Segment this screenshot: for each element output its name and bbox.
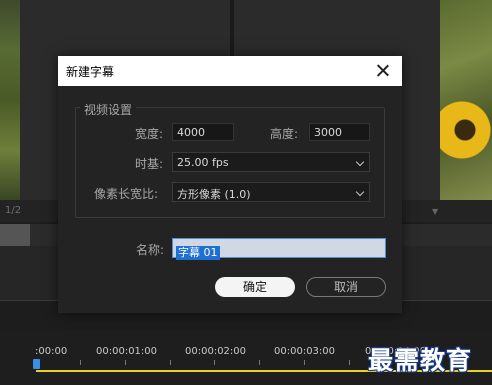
timebase-value: 25.00 fps — [177, 156, 229, 169]
ruler-tick — [304, 360, 305, 365]
ruler-tick — [214, 360, 215, 365]
ruler-tick — [80, 360, 81, 365]
timecode-label: 00:00:03:00 — [274, 346, 336, 357]
video-settings-legend: 视频设置 — [80, 101, 137, 118]
mini-timeline-handle[interactable] — [0, 224, 30, 246]
height-label: 高度: — [270, 127, 299, 141]
timebase-label: 时基: — [135, 157, 164, 171]
pixel-aspect-label: 像素长宽比: — [94, 187, 159, 201]
name-label: 名称: — [136, 243, 165, 257]
ruler-tick — [170, 360, 171, 365]
chevron-down-icon — [355, 187, 365, 197]
chevron-down-icon — [355, 157, 365, 167]
new-caption-dialog: 新建字幕 视频设置 宽度: 4000 高度: 3000 时基: 25.00 fp… — [58, 56, 402, 313]
ok-button[interactable]: 确定 — [215, 277, 295, 297]
watermark-logo: 最需教育 — [368, 346, 473, 375]
width-label: 宽度: — [135, 127, 164, 141]
cancel-button[interactable]: 取消 — [306, 277, 386, 297]
source-frame-preview — [0, 0, 20, 200]
pixel-aspect-value: 方形像素 (1.0) — [177, 188, 251, 201]
timecode-label: 00:00:02:00 — [185, 346, 247, 357]
height-input[interactable]: 3000 — [309, 123, 370, 141]
timebase-select[interactable]: 25.00 fps — [172, 152, 370, 172]
ruler-tick — [125, 360, 126, 365]
timecode-label: :00:00 — [35, 346, 68, 357]
resolution-fraction[interactable]: 1/2 — [5, 205, 21, 216]
dialog-title-bar[interactable]: 新建字幕 — [58, 56, 402, 86]
playhead-handle[interactable] — [33, 359, 40, 369]
pixel-aspect-select[interactable]: 方形像素 (1.0) — [172, 182, 370, 202]
chevron-down-icon[interactable]: ▼ — [432, 207, 438, 216]
name-input-selected-text: 字幕 01 — [176, 246, 220, 260]
name-input[interactable]: 字幕 01 — [172, 238, 386, 260]
width-input[interactable]: 4000 — [172, 123, 234, 141]
premiere-workspace: 1/2 ▼ :00:00 00:00:01:00 00:00:02:00 00:… — [0, 0, 492, 385]
dialog-title: 新建字幕 — [66, 65, 115, 79]
timecode-label: 00:00:01:00 — [96, 346, 158, 357]
ruler-tick — [259, 360, 260, 365]
program-frame-preview — [440, 0, 492, 210]
close-icon[interactable] — [372, 60, 394, 82]
ruler-tick — [349, 360, 350, 365]
